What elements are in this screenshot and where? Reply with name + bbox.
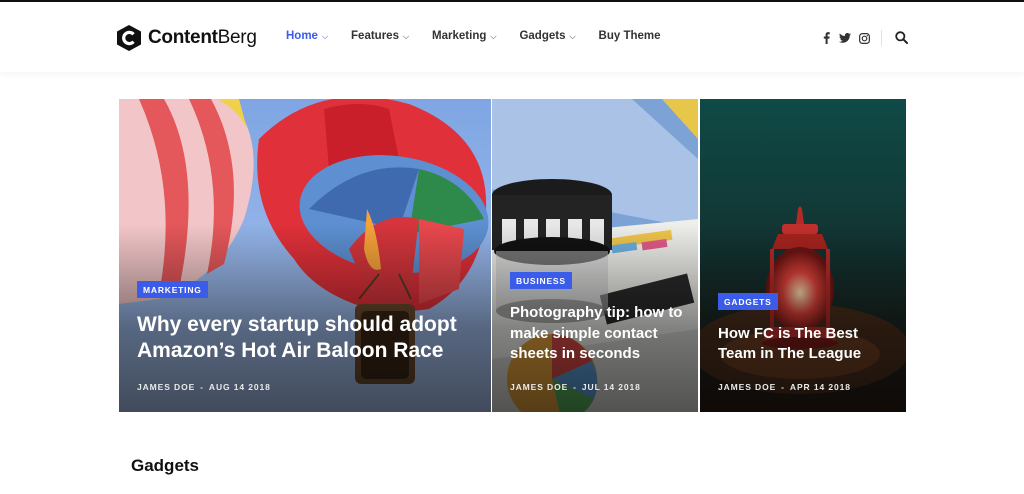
post-title[interactable]: Why every startup should adopt Amazon’s …: [137, 312, 477, 364]
category-badge[interactable]: GADGETS: [718, 292, 778, 310]
header-divider: [881, 30, 882, 46]
post-meta: JAMES DOE - AUG 14 2018: [137, 382, 477, 392]
chevron-down-icon: ⌵: [321, 32, 329, 41]
chevron-down-icon: ⌵: [569, 32, 576, 41]
facebook-icon[interactable]: [820, 32, 832, 44]
nav-item-features[interactable]: Features ⌵: [351, 30, 409, 42]
category-badge[interactable]: BUSINESS: [510, 272, 572, 290]
post-meta: JAMES DOE - APR 14 2018: [718, 382, 892, 392]
logo-icon: [117, 25, 141, 51]
meta-separator: -: [781, 382, 785, 392]
nav-item-label: Features: [351, 30, 399, 42]
brand-name-bold: Content: [148, 27, 218, 48]
post-content: BUSINESS Photography tip: how to make si…: [510, 271, 684, 392]
brand-name-light: Berg: [217, 27, 257, 48]
brand-name: ContentBerg: [148, 27, 257, 49]
post-author[interactable]: JAMES DOE: [718, 382, 776, 392]
category-badge[interactable]: MARKETING: [137, 280, 208, 298]
social-links: [820, 32, 877, 44]
nav-item-label: Buy Theme: [598, 30, 661, 42]
post-title[interactable]: Photography tip: how to make simple cont…: [510, 303, 684, 364]
nav-item-label: Gadgets: [519, 30, 566, 42]
nav-item-gadgets[interactable]: Gadgets ⌵: [519, 30, 575, 42]
featured-post-1[interactable]: MARKETING Why every startup should adopt…: [119, 99, 491, 412]
post-title[interactable]: How FC is The Best Team in The League: [718, 324, 892, 365]
featured-post-2[interactable]: BUSINESS Photography tip: how to make si…: [492, 99, 698, 412]
nav-item-label: Home: [286, 30, 318, 42]
section-title: Gadgets: [131, 456, 200, 475]
post-meta: JAMES DOE - JUL 14 2018: [510, 382, 684, 392]
nav-item-buy-theme[interactable]: Buy Theme: [599, 30, 661, 42]
post-date: APR 14 2018: [789, 382, 851, 392]
post-content: MARKETING Why every startup should adopt…: [137, 280, 477, 392]
featured-grid: MARKETING Why every startup should adopt…: [119, 99, 906, 412]
main-nav: Home ⌵ Features ⌵ Marketing ⌵ Gadgets ⌵ …: [286, 30, 684, 42]
chevron-down-icon: ⌵: [490, 32, 497, 41]
site-header: ContentBerg Home ⌵ Features ⌵ Marketing …: [0, 2, 1024, 72]
search-icon[interactable]: [895, 31, 909, 45]
post-author[interactable]: JAMES DOE: [137, 382, 195, 392]
chevron-down-icon: ⌵: [402, 32, 410, 41]
post-date: AUG 14 2018: [208, 382, 271, 392]
meta-separator: -: [573, 382, 577, 392]
featured-post-3[interactable]: GADGETS How FC is The Best Team in The L…: [700, 99, 906, 412]
twitter-icon[interactable]: [839, 32, 851, 44]
post-date: JUL 14 2018: [581, 382, 641, 392]
instagram-icon[interactable]: [858, 32, 870, 44]
nav-item-label: Marketing: [432, 30, 487, 42]
post-author[interactable]: JAMES DOE: [510, 382, 568, 392]
nav-item-home[interactable]: Home ⌵: [286, 30, 328, 42]
site-logo[interactable]: ContentBerg: [117, 24, 257, 52]
nav-item-marketing[interactable]: Marketing ⌵: [432, 30, 496, 42]
meta-separator: -: [200, 382, 204, 392]
post-content: GADGETS How FC is The Best Team in The L…: [718, 292, 892, 392]
